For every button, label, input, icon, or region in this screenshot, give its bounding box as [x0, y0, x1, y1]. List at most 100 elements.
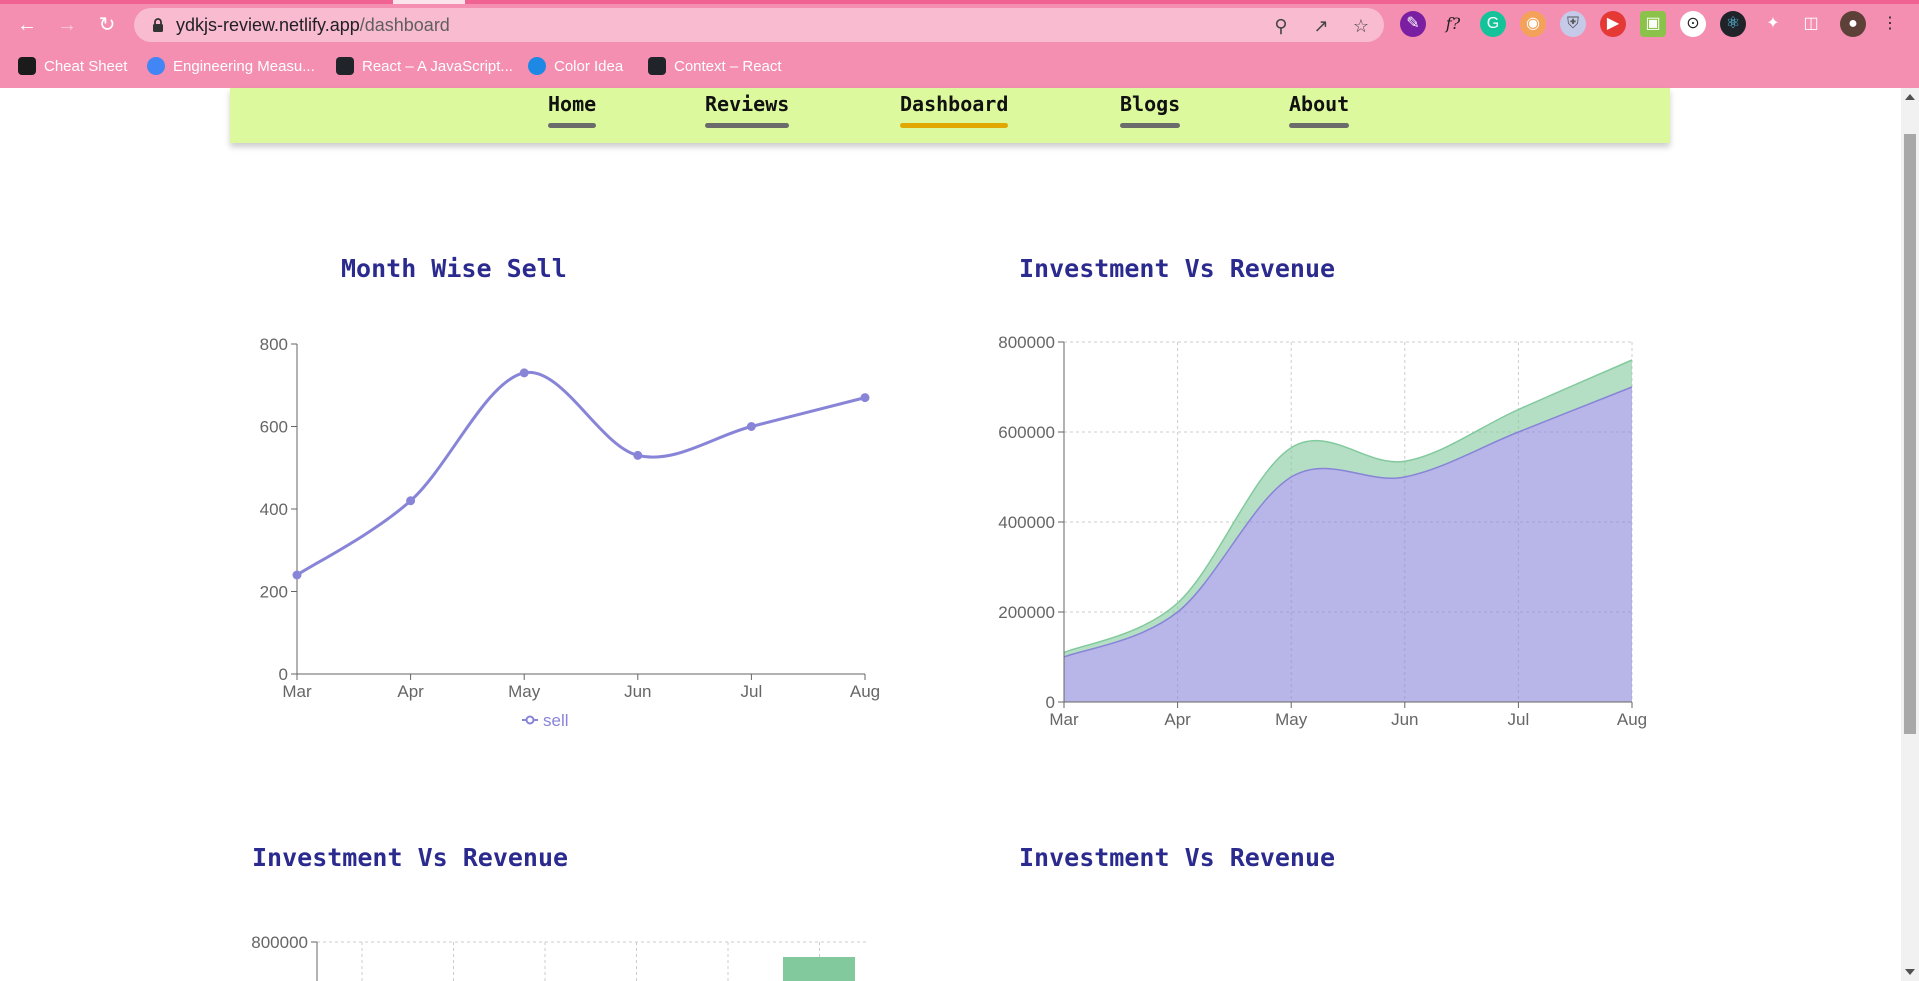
bookmark-label: Color Idea	[554, 57, 624, 75]
nav-dashboard-label: Dashboard	[900, 92, 1009, 116]
x-tick-label: Apr	[1164, 710, 1191, 729]
y-tick-label: 400	[260, 500, 288, 519]
page-scrollbar[interactable]	[1901, 88, 1919, 981]
bookmarks-bar: Cheat Sheet Engineering Measu... React –…	[0, 52, 1919, 80]
address-bar[interactable]: ydkjs-review.netlify.app/dashboard ⚲ ↗ ☆	[134, 8, 1384, 42]
sell-data-point	[406, 496, 416, 506]
x-tick-label: Jul	[741, 682, 763, 701]
menu-kebab-icon[interactable]: ⋮	[1882, 11, 1898, 37]
play-extension-icon[interactable]: ▶	[1600, 11, 1626, 37]
bookmark-label: Cheat Sheet	[44, 57, 128, 75]
x-tick-label: Mar	[1049, 710, 1079, 729]
colorful-extension-icon[interactable]: ▣	[1640, 11, 1666, 37]
x-tick-label: Aug	[850, 682, 880, 701]
sell-data-point	[292, 570, 302, 580]
x-tick-label: Jul	[1508, 710, 1530, 729]
circle-extension-icon[interactable]: ⊙	[1680, 11, 1706, 37]
extensions-puzzle-icon[interactable]: ✦	[1760, 11, 1786, 37]
tab-strip	[0, 0, 1919, 4]
side-panel-icon[interactable]: ◫	[1798, 11, 1824, 37]
nav-about-label: About	[1289, 92, 1350, 116]
bookmark-label: Context – React	[674, 57, 782, 75]
reload-icon[interactable]: ↻	[92, 10, 122, 40]
profile-avatar[interactable]: ●	[1840, 11, 1866, 37]
chart-title-investment-revenue-area: Investment Vs Revenue	[1019, 254, 1336, 283]
zoom-icon[interactable]: ⚲	[1270, 15, 1292, 37]
bookmark-item[interactable]: Color Idea	[528, 54, 623, 78]
x-tick-label: Apr	[397, 682, 424, 701]
bookmark-label: React – A JavaScript...	[362, 57, 513, 75]
font-extension-icon[interactable]: f?	[1440, 11, 1466, 37]
investment-area	[1064, 387, 1632, 702]
chrome-icon	[147, 57, 165, 75]
x-tick-label: Mar	[282, 682, 312, 701]
sell-data-point	[519, 368, 529, 378]
site-navbar: Home Reviews Dashboard Blogs About	[230, 88, 1670, 143]
bookmark-item[interactable]: React – A JavaScript...	[336, 54, 513, 78]
nav-reviews-label: Reviews	[705, 92, 790, 116]
grammarly-icon[interactable]: G	[1480, 11, 1506, 37]
color-idea-icon	[528, 57, 546, 75]
bookmark-item[interactable]: Context – React	[648, 54, 782, 78]
month-wise-sell-line-chart: 0200400600800Mar Apr May Jun Jul Augsell	[260, 335, 881, 730]
url-host: ydkjs-review.netlify.app	[176, 15, 360, 35]
back-arrow-icon[interactable]: ←	[12, 10, 42, 40]
bookmark-item[interactable]: Cheat Sheet	[18, 54, 127, 78]
y-tick-label: 200000	[998, 603, 1055, 622]
x-tick-label: May	[508, 682, 541, 701]
browser-chrome: ← → ↻ ydkjs-review.netlify.app/dashboard…	[0, 0, 1919, 88]
react-icon	[648, 57, 666, 75]
y-tick-label: 800	[260, 335, 288, 354]
x-tick-label: May	[1275, 710, 1308, 729]
nav-underline	[1120, 123, 1181, 128]
y-tick-label: 200	[260, 583, 288, 602]
eyedropper-extension-icon[interactable]: ✎	[1400, 11, 1426, 37]
revenue-bar	[783, 957, 855, 981]
nav-underline	[705, 123, 790, 128]
nav-underline-active	[900, 123, 1009, 128]
forward-arrow-icon[interactable]: →	[52, 10, 82, 40]
camera-extension-icon[interactable]: ◉	[1520, 11, 1546, 37]
x-tick-label: Aug	[1617, 710, 1647, 729]
y-tick-label: 400000	[998, 513, 1055, 532]
nav-reviews[interactable]: Reviews	[705, 92, 790, 128]
bookmark-star-icon[interactable]: ☆	[1350, 15, 1372, 37]
nav-blogs[interactable]: Blogs	[1120, 92, 1181, 128]
active-tab-indicator[interactable]	[393, 0, 465, 4]
x-tick-label: Jun	[624, 682, 651, 701]
nav-blogs-label: Blogs	[1120, 92, 1181, 116]
scrollbar-thumb[interactable]	[1904, 134, 1916, 734]
nav-about[interactable]: About	[1289, 92, 1350, 128]
bookmark-item[interactable]: Engineering Measu...	[147, 54, 315, 78]
nav-underline	[1289, 123, 1350, 128]
url-path: /dashboard	[359, 15, 450, 35]
investment-revenue-area-chart: 0200000400000600000800000Mar Apr May Jun Jul…	[998, 333, 1647, 729]
vue-triangle-icon	[18, 57, 36, 75]
lock-icon	[153, 18, 163, 32]
sell-data-point	[633, 450, 643, 460]
scroll-down-arrow-icon[interactable]	[1905, 969, 1915, 975]
y-tick-label: 600000	[998, 423, 1055, 442]
shield-extension-icon[interactable]: ⛨	[1560, 11, 1586, 37]
nav-underline	[548, 123, 597, 128]
legend-sell-marker-icon	[525, 715, 535, 725]
y-tick-label: 600	[260, 418, 288, 437]
react-devtools-icon[interactable]: ⚛	[1720, 11, 1746, 37]
chart-title-investment-revenue-bar: Investment Vs Revenue	[252, 843, 569, 872]
sell-data-point	[860, 393, 870, 403]
share-icon[interactable]: ↗	[1310, 15, 1332, 37]
url-text[interactable]: ydkjs-review.netlify.app/dashboard	[176, 15, 450, 36]
y-tick-label: 800000	[998, 333, 1055, 352]
nav-home[interactable]: Home	[548, 92, 597, 128]
sell-data-point	[746, 422, 756, 431]
react-icon	[336, 57, 354, 75]
chart-title-month-wise-sell: Month Wise Sell	[341, 254, 567, 283]
y-tick-label: 800000	[251, 933, 308, 952]
nav-dashboard[interactable]: Dashboard	[900, 92, 1009, 128]
scroll-up-arrow-icon[interactable]	[1905, 94, 1915, 100]
legend-sell-label: sell	[543, 711, 569, 730]
sell-series-line	[296, 371, 866, 577]
nav-home-label: Home	[548, 92, 597, 116]
bookmark-label: Engineering Measu...	[173, 57, 315, 75]
x-tick-label: Jun	[1391, 710, 1418, 729]
